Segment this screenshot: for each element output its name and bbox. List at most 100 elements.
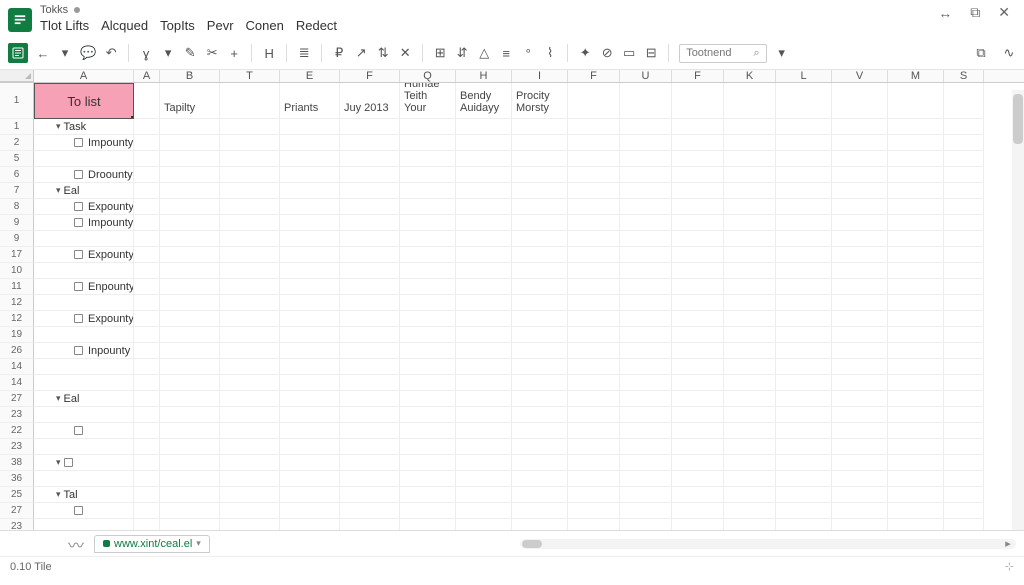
cell[interactable] xyxy=(220,311,280,327)
cell[interactable] xyxy=(134,471,160,487)
menu-item-4[interactable]: Conen xyxy=(246,18,284,33)
cell[interactable] xyxy=(832,327,888,343)
cell[interactable] xyxy=(832,471,888,487)
cell[interactable] xyxy=(672,391,724,407)
cell[interactable] xyxy=(280,231,340,247)
cell[interactable] xyxy=(620,215,672,231)
cell[interactable] xyxy=(672,135,724,151)
cell[interactable] xyxy=(832,119,888,135)
cell[interactable] xyxy=(724,407,776,423)
cell[interactable] xyxy=(724,375,776,391)
cell[interactable] xyxy=(160,439,220,455)
cell[interactable] xyxy=(400,231,456,247)
cell[interactable] xyxy=(944,263,984,279)
cell[interactable] xyxy=(220,135,280,151)
cell[interactable] xyxy=(776,343,832,359)
cell[interactable] xyxy=(620,471,672,487)
cell[interactable] xyxy=(888,343,944,359)
column-header-5[interactable]: F xyxy=(340,70,400,82)
cell[interactable] xyxy=(672,423,724,439)
select-all-corner[interactable] xyxy=(0,70,34,82)
cell[interactable] xyxy=(134,167,160,183)
undo-icon[interactable]: ↶ xyxy=(104,45,118,61)
cell[interactable] xyxy=(776,167,832,183)
cell[interactable] xyxy=(672,311,724,327)
cell[interactable] xyxy=(280,343,340,359)
cell[interactable]: Impounty xyxy=(34,135,134,151)
cell[interactable] xyxy=(456,327,512,343)
cell[interactable] xyxy=(34,231,134,247)
cell[interactable] xyxy=(832,359,888,375)
cell[interactable] xyxy=(672,83,724,119)
row-header[interactable]: 1 xyxy=(0,119,34,135)
cell[interactable] xyxy=(160,327,220,343)
cell[interactable] xyxy=(160,183,220,199)
cell[interactable] xyxy=(400,407,456,423)
menu-item-1[interactable]: Alcqued xyxy=(101,18,148,33)
column-header-10[interactable]: U xyxy=(620,70,672,82)
cell[interactable]: Procity Morsty xyxy=(512,83,568,119)
cell[interactable] xyxy=(220,455,280,471)
cell[interactable] xyxy=(134,455,160,471)
cell[interactable] xyxy=(280,119,340,135)
cell[interactable] xyxy=(134,215,160,231)
tab-dropdown-icon[interactable]: ▾ xyxy=(196,538,201,549)
cell[interactable] xyxy=(220,359,280,375)
column-header-8[interactable]: I xyxy=(512,70,568,82)
dropdown3-icon[interactable]: ▾ xyxy=(775,45,789,61)
cell[interactable] xyxy=(400,119,456,135)
cell[interactable] xyxy=(568,327,620,343)
cell[interactable] xyxy=(944,215,984,231)
cell[interactable] xyxy=(34,327,134,343)
cell[interactable] xyxy=(134,119,160,135)
cell[interactable] xyxy=(340,519,400,530)
cell[interactable] xyxy=(620,231,672,247)
cell[interactable] xyxy=(160,407,220,423)
cell[interactable] xyxy=(776,375,832,391)
cell[interactable] xyxy=(724,247,776,263)
cell[interactable] xyxy=(220,519,280,530)
cell[interactable] xyxy=(832,199,888,215)
comment-icon[interactable]: 💬 xyxy=(80,45,96,61)
cell[interactable] xyxy=(220,295,280,311)
cell[interactable] xyxy=(888,231,944,247)
cell[interactable] xyxy=(672,375,724,391)
chevron-down-icon[interactable]: ▾ xyxy=(56,457,61,468)
cell[interactable] xyxy=(776,391,832,407)
cell[interactable] xyxy=(568,215,620,231)
cell[interactable] xyxy=(832,487,888,503)
row-header[interactable]: 23 xyxy=(0,407,34,423)
cell[interactable] xyxy=(400,391,456,407)
cell[interactable] xyxy=(280,247,340,263)
cell[interactable] xyxy=(888,311,944,327)
cell[interactable]: Bendy Auidayy xyxy=(456,83,512,119)
cell[interactable] xyxy=(220,247,280,263)
cell[interactable] xyxy=(724,359,776,375)
cell[interactable] xyxy=(400,487,456,503)
cell[interactable] xyxy=(776,263,832,279)
cell[interactable] xyxy=(340,231,400,247)
cell[interactable] xyxy=(134,83,160,119)
h-scrollbar-thumb[interactable] xyxy=(522,540,542,548)
scissors-icon[interactable]: ✂ xyxy=(205,45,219,61)
tool-r2-icon[interactable]: ∿ xyxy=(1002,45,1016,61)
checkbox-icon[interactable] xyxy=(74,138,83,147)
cell[interactable] xyxy=(160,295,220,311)
cell[interactable] xyxy=(724,183,776,199)
cell[interactable] xyxy=(134,487,160,503)
cell[interactable] xyxy=(512,407,568,423)
cell[interactable] xyxy=(512,263,568,279)
cell[interactable] xyxy=(220,199,280,215)
cell[interactable] xyxy=(512,343,568,359)
cell[interactable] xyxy=(724,135,776,151)
cell[interactable] xyxy=(888,295,944,311)
cell[interactable] xyxy=(776,151,832,167)
cell[interactable] xyxy=(280,407,340,423)
cell[interactable] xyxy=(672,167,724,183)
cell[interactable] xyxy=(340,343,400,359)
cell[interactable] xyxy=(944,439,984,455)
cell[interactable] xyxy=(456,183,512,199)
tool-c4-icon[interactable]: ⊟ xyxy=(644,45,658,61)
cell[interactable] xyxy=(280,183,340,199)
cell[interactable] xyxy=(280,439,340,455)
